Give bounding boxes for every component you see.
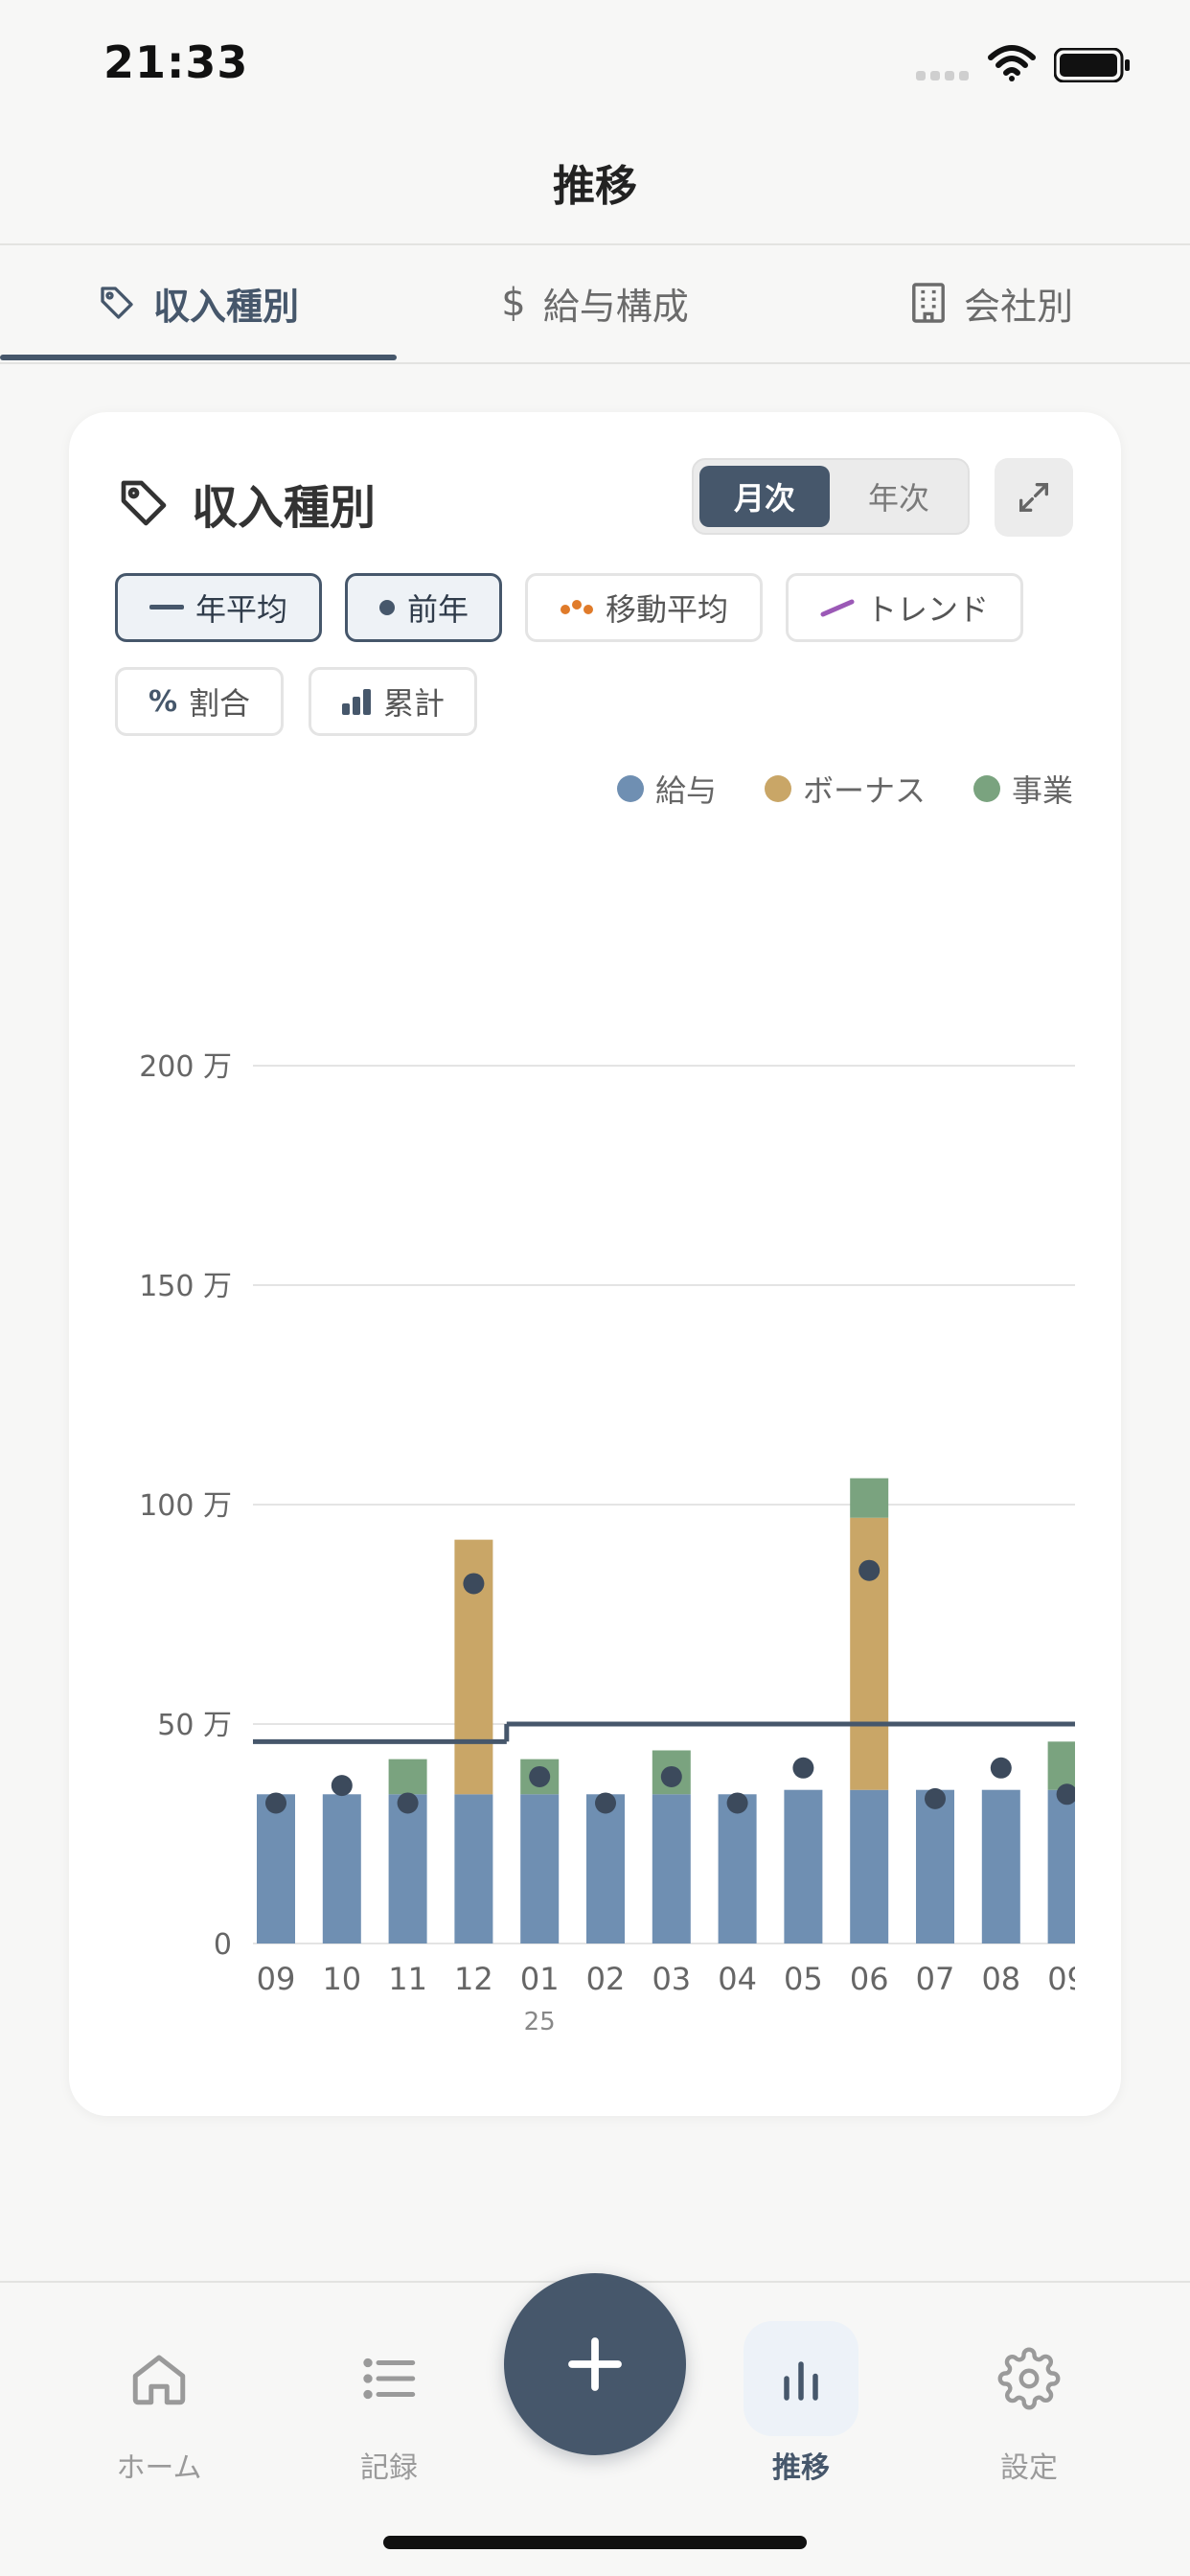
dollar-icon: $ bbox=[501, 281, 526, 325]
active-tab-indicator bbox=[0, 355, 397, 360]
prev-year-point bbox=[858, 1559, 881, 1581]
y-tick-label: 200 万 bbox=[139, 1050, 232, 1084]
tabbar-settings[interactable]: 設定 bbox=[962, 2321, 1096, 2486]
tab-income-type[interactable]: 収入種別 bbox=[0, 245, 397, 360]
tabbar-label: 設定 bbox=[1000, 2451, 1058, 2485]
bar-segment bbox=[981, 1789, 1020, 1944]
prev-year-point bbox=[331, 1775, 353, 1797]
home-indicator bbox=[383, 2536, 807, 2549]
x-tick-label: 12 bbox=[454, 1961, 493, 1997]
prev-year-point bbox=[529, 1765, 551, 1787]
prev-year-point bbox=[792, 1757, 814, 1779]
prev-year-point bbox=[726, 1792, 748, 1814]
tab-salary-structure[interactable]: $ 給与構成 bbox=[397, 245, 793, 360]
bar-segment bbox=[257, 1794, 295, 1944]
gear-icon bbox=[972, 2321, 1087, 2436]
bar-segment bbox=[322, 1794, 361, 1944]
bar-segment bbox=[850, 1517, 889, 1790]
tab-label: 収入種別 bbox=[152, 285, 299, 328]
bar-segment bbox=[586, 1794, 625, 1944]
bar-segment bbox=[916, 1789, 954, 1944]
x-tick-label: 04 bbox=[718, 1961, 757, 1997]
battery-icon bbox=[1054, 48, 1130, 82]
year-marker-label: 25 bbox=[524, 2008, 556, 2036]
bar-segment bbox=[520, 1794, 560, 1944]
x-tick-label: 11 bbox=[388, 1961, 427, 1997]
prev-year-point bbox=[990, 1757, 1012, 1779]
bar-segment bbox=[454, 1794, 493, 1944]
x-tick-label: 08 bbox=[981, 1961, 1020, 1997]
tabbar-records[interactable]: 記録 bbox=[322, 2321, 456, 2486]
prev-year-point bbox=[925, 1787, 946, 1809]
income-type-chart: 0 50 万 100 万 150 万 200 万 09 10 11 12 01 02 03 04 05 06… bbox=[139, 1050, 1087, 2036]
status-bar: 21:33 bbox=[0, 0, 1190, 125]
x-tick-label: 02 bbox=[586, 1961, 626, 1997]
x-tick-label: 01 bbox=[520, 1961, 560, 1997]
prev-year-point bbox=[595, 1792, 616, 1814]
home-icon bbox=[102, 2321, 217, 2436]
income-type-card: 収入種別 月次 年次 年平均 前年 移動平均 トレンド % 割合 累計 給与 ボ… bbox=[69, 412, 1121, 2116]
x-tick-label: 09 bbox=[257, 1961, 296, 1997]
x-tick-label: 06 bbox=[850, 1961, 889, 1997]
tab-label: 会社別 bbox=[963, 285, 1073, 328]
tabbar-label: 記録 bbox=[360, 2451, 418, 2485]
add-record-button[interactable] bbox=[504, 2273, 686, 2455]
tabs-divider bbox=[0, 362, 1190, 364]
tabbar-trends[interactable]: 推移 bbox=[734, 2321, 868, 2486]
list-icon bbox=[332, 2321, 446, 2436]
wifi-icon bbox=[988, 45, 1036, 81]
building-icon bbox=[910, 283, 947, 323]
tabbar-label: ホーム bbox=[116, 2451, 202, 2485]
prev-year-point bbox=[397, 1792, 419, 1814]
bar-segment bbox=[1047, 1741, 1075, 1790]
tag-icon bbox=[98, 284, 136, 322]
status-time: 21:33 bbox=[103, 36, 249, 88]
tab-label: 給与構成 bbox=[542, 285, 689, 328]
bar-segment bbox=[652, 1794, 691, 1944]
cellular-signal-icon bbox=[916, 71, 969, 80]
tabbar-label: 推移 bbox=[772, 2451, 830, 2485]
tabbar-home[interactable]: ホーム bbox=[92, 2321, 226, 2486]
y-tick-label: 50 万 bbox=[157, 1709, 232, 1742]
y-tick-label: 150 万 bbox=[139, 1270, 232, 1303]
prev-year-point bbox=[1056, 1783, 1075, 1806]
x-tick-label: 05 bbox=[784, 1961, 823, 1997]
bar-segment bbox=[718, 1794, 757, 1944]
prev-year-point bbox=[463, 1573, 485, 1595]
x-tick-label: 07 bbox=[916, 1961, 955, 1997]
bar-segment bbox=[784, 1789, 823, 1944]
bar-segment bbox=[1047, 1789, 1075, 1944]
x-tick-label: 10 bbox=[322, 1961, 361, 1997]
bar-segment bbox=[850, 1789, 889, 1944]
page-title: 推移 bbox=[553, 162, 637, 211]
bar-segment bbox=[388, 1794, 427, 1944]
bar-segment bbox=[388, 1759, 427, 1795]
bar-segment bbox=[850, 1478, 889, 1518]
prev-year-point bbox=[265, 1792, 286, 1814]
bar-chart-icon bbox=[744, 2321, 858, 2436]
y-tick-label: 0 bbox=[214, 1928, 232, 1962]
x-tick-label: 03 bbox=[652, 1961, 691, 1997]
plus-icon bbox=[568, 2337, 622, 2391]
prev-year-point bbox=[660, 1765, 682, 1787]
y-tick-label: 100 万 bbox=[139, 1489, 232, 1523]
x-tick-label: 09 bbox=[1047, 1961, 1087, 1997]
tab-by-company[interactable]: 会社別 bbox=[793, 245, 1190, 360]
category-tabs: 収入種別 $ 給与構成 会社別 bbox=[0, 245, 1190, 364]
